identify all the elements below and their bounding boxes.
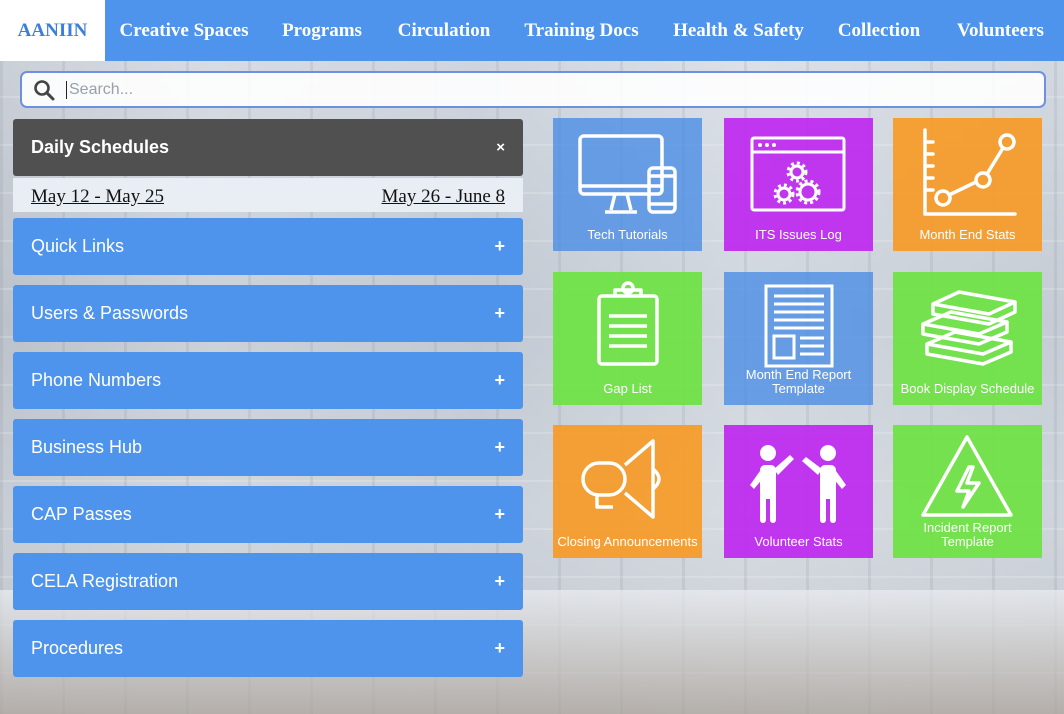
accordion-users-passwords[interactable]: Users & Passwords + <box>13 285 523 342</box>
accordion-procedures[interactable]: Procedures + <box>13 620 523 677</box>
text-cursor <box>66 80 67 99</box>
accordion-quick-links[interactable]: Quick Links + <box>13 218 523 275</box>
accordion-phone-numbers[interactable]: Phone Numbers + <box>13 352 523 409</box>
tile-tech-tutorials[interactable]: Tech Tutorials <box>553 118 702 251</box>
accordion-daily-schedules[interactable]: Daily Schedules × <box>13 119 523 176</box>
tile-label: Volunteer Stats <box>754 534 843 549</box>
tile-closing-announcements[interactable]: Closing Announcements <box>553 425 702 558</box>
tile-gap-list[interactable]: Gap List <box>553 272 702 405</box>
nav-item-collection[interactable]: Collection <box>821 0 937 61</box>
panel-title: Phone Numbers <box>31 370 162 390</box>
nav-item-training-docs[interactable]: Training Docs <box>507 0 656 61</box>
plus-icon[interactable]: + <box>494 236 505 257</box>
plus-icon[interactable]: + <box>494 370 505 391</box>
tile-label: Gap List <box>603 381 652 396</box>
panel-title: Quick Links <box>31 236 125 256</box>
search-input[interactable] <box>69 74 1044 105</box>
schedule-link-first[interactable]: May 12 - May 25 <box>31 186 164 208</box>
tile-label: Tech Tutorials <box>587 227 668 242</box>
tile-volunteer-stats[interactable]: Volunteer Stats <box>724 425 873 558</box>
schedule-links: May 12 - May 25 May 26 - June 8 <box>13 178 523 212</box>
nav-item-circulation[interactable]: Circulation <box>381 0 507 61</box>
panel-title: Daily Schedules <box>31 137 170 157</box>
plus-icon[interactable]: + <box>494 638 505 659</box>
tile-book-display-schedule[interactable]: Book Display Schedule <box>893 272 1042 405</box>
panel-title: Users & Passwords <box>31 303 189 323</box>
nav-item-aaniin[interactable]: AANIIN <box>0 0 105 61</box>
top-navbar: AANIIN Creative Spaces Programs Circulat… <box>0 0 1064 61</box>
panel-title: Procedures <box>31 638 124 658</box>
tile-label: Book Display Schedule <box>900 381 1035 396</box>
tile-month-end-stats[interactable]: Month End Stats <box>893 118 1042 251</box>
nav-item-programs[interactable]: Programs <box>263 0 381 61</box>
accordion-business-hub[interactable]: Business Hub + <box>13 419 523 476</box>
tile-month-end-report-template[interactable]: Month End Report Template <box>724 272 873 405</box>
nav-item-health-safety[interactable]: Health & Safety <box>656 0 821 61</box>
panel-title: CELA Registration <box>31 571 179 591</box>
plus-icon[interactable]: + <box>494 571 505 592</box>
nav-item-creative-spaces[interactable]: Creative Spaces <box>105 0 263 61</box>
plus-icon[interactable]: + <box>494 437 505 458</box>
tile-its-issues-log[interactable]: ITS Issues Log <box>724 118 873 251</box>
accordion-cela-registration[interactable]: CELA Registration + <box>13 553 523 610</box>
plus-icon[interactable]: + <box>494 504 505 525</box>
tile-label: Closing Announcements <box>557 534 698 549</box>
tile-incident-report-template[interactable]: Incident Report Template <box>893 425 1042 558</box>
nav-item-volunteers[interactable]: Volunteers <box>937 0 1064 61</box>
panel-title: Business Hub <box>31 437 143 457</box>
accordion-cap-passes[interactable]: CAP Passes + <box>13 486 523 543</box>
panel-title: CAP Passes <box>31 504 132 524</box>
schedule-link-second[interactable]: May 26 - June 8 <box>382 186 505 208</box>
tile-label: Month End Report Template <box>745 367 852 396</box>
search-icon[interactable] <box>22 73 66 106</box>
close-icon[interactable]: × <box>496 139 505 156</box>
plus-icon[interactable]: + <box>494 303 505 324</box>
tile-label: Month End Stats <box>919 227 1016 242</box>
search-bar <box>20 71 1046 108</box>
tile-label: ITS Issues Log <box>755 227 842 242</box>
tile-label: Incident Report Template <box>923 520 1012 549</box>
